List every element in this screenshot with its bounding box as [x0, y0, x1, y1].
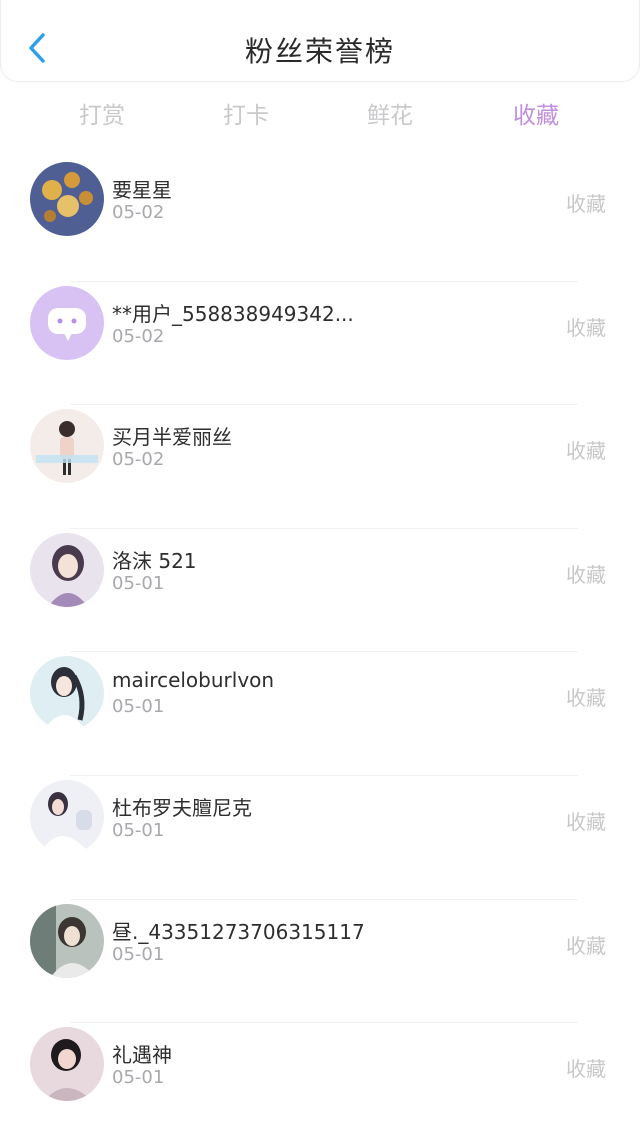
- fan-date: 05-02: [112, 449, 165, 471]
- avatar: [30, 162, 104, 236]
- tab-checkin[interactable]: 打卡: [223, 96, 269, 130]
- fan-name: **用户_558838949342...: [112, 301, 354, 326]
- page-title: 粉丝荣誉榜: [244, 35, 395, 68]
- fan-name: 买月半爱丽丝: [112, 425, 232, 450]
- flowers-photo-icon: [30, 162, 104, 236]
- list-item[interactable]: **用户_558838949342... 05-02 收藏: [0, 282, 640, 405]
- avatar: [30, 779, 104, 854]
- fan-date: 05-01: [112, 819, 165, 841]
- fan-action: 收藏: [566, 686, 606, 711]
- fan-action: 收藏: [566, 439, 606, 464]
- fan-action: 收藏: [566, 192, 606, 216]
- fan-name: 洛沫 521: [112, 548, 197, 573]
- list-item[interactable]: mairceloburlvon 05-01 收藏: [0, 652, 640, 775]
- avatar: [30, 285, 104, 360]
- fan-name: 杜布罗夫膻尼克: [112, 795, 252, 820]
- fan-name: 昼._43351273706315117: [112, 919, 365, 944]
- fan-action: 收藏: [566, 315, 606, 340]
- fan-date: 05-02: [112, 325, 165, 347]
- fan-name: 礼遇神: [112, 1043, 172, 1068]
- girl-photo-icon: [30, 409, 104, 484]
- avatar: [30, 903, 104, 978]
- anime-girl-photo-icon: [30, 532, 104, 607]
- tab-flowers[interactable]: 鲜花: [367, 96, 413, 130]
- avatar: [30, 409, 104, 484]
- avatar: [30, 656, 104, 731]
- tab-bar: 打赏 打卡 鲜花 收藏: [0, 88, 640, 134]
- fan-date: 05-01: [112, 1067, 165, 1089]
- girl-photo-icon: [30, 779, 104, 854]
- list-item[interactable]: 买月半爱丽丝 05-02 收藏: [0, 405, 640, 528]
- avatar: [30, 1027, 104, 1102]
- fan-date: 05-01: [112, 696, 165, 718]
- fan-list: 要星星 05-02 收藏 **用户_558838949342... 05-02 …: [0, 158, 640, 1146]
- list-item[interactable]: 杜布罗夫膻尼克 05-01 收藏: [0, 776, 640, 899]
- anime-boy-photo-icon: [30, 903, 104, 978]
- chat-bubble-icon: [30, 285, 104, 360]
- fan-action: 收藏: [566, 809, 606, 834]
- list-item[interactable]: 昼._43351273706315117 05-01 收藏: [0, 900, 640, 1023]
- fan-action: 收藏: [566, 1057, 606, 1082]
- fan-date: 05-01: [112, 572, 165, 594]
- list-item[interactable]: 礼遇神 05-01 收藏: [0, 1023, 640, 1146]
- fan-date: 05-01: [112, 943, 165, 965]
- fan-name: mairceloburlvon: [112, 668, 275, 693]
- tab-tip[interactable]: 打赏: [79, 96, 125, 130]
- list-item[interactable]: 要星星 05-02 收藏: [0, 158, 640, 281]
- girl-photo-icon: [30, 1027, 104, 1102]
- fan-date: 05-02: [112, 202, 165, 223]
- avatar: [30, 532, 104, 607]
- top-bar: 粉丝荣誉榜: [0, 0, 640, 82]
- fan-action: 收藏: [566, 933, 606, 958]
- fan-action: 收藏: [566, 562, 606, 587]
- fan-name: 要星星: [112, 178, 172, 202]
- list-item[interactable]: 洛沫 521 05-01 收藏: [0, 529, 640, 652]
- anime-girl-photo-icon: [30, 656, 104, 731]
- tab-favorites[interactable]: 收藏: [513, 96, 559, 130]
